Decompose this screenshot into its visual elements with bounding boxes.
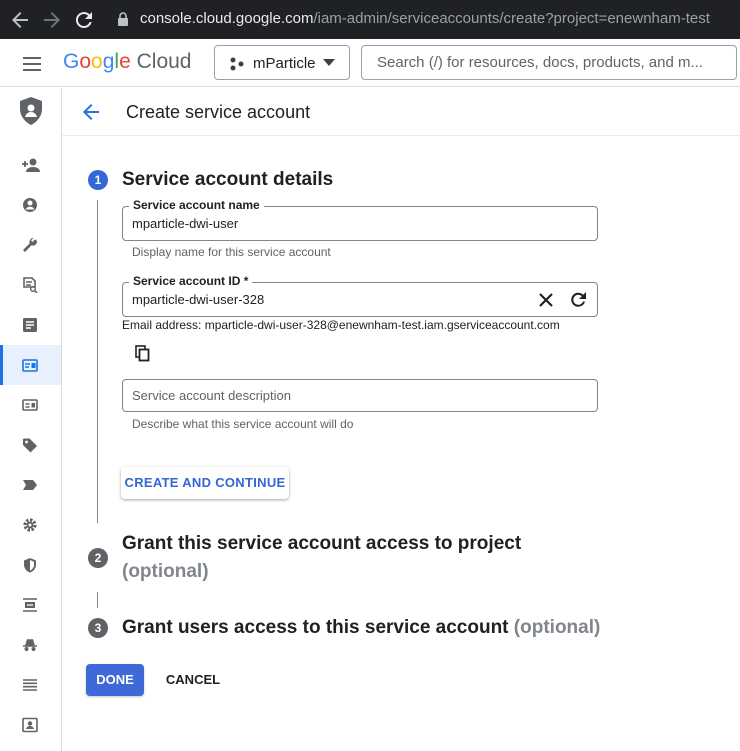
step-2-title: Grant this service account access to pro… <box>122 533 522 554</box>
back-arrow-icon[interactable] <box>79 100 103 124</box>
label-icon <box>23 480 37 490</box>
rail-item-tags[interactable] <box>0 465 61 505</box>
service-account-name-field[interactable]: Service account name <box>122 198 598 241</box>
rail-item-asset-inventory[interactable] <box>0 665 61 705</box>
back-icon[interactable] <box>8 8 32 32</box>
search-box[interactable] <box>361 45 737 80</box>
rail-item-audit-logs[interactable] <box>0 585 61 625</box>
regenerate-icon[interactable] <box>567 289 589 311</box>
rail-item-workload-identity[interactable] <box>0 385 61 425</box>
lock-icon <box>118 12 128 26</box>
step-3-optional: (optional) <box>513 617 601 638</box>
rail-item-settings[interactable] <box>0 505 61 545</box>
service-account-id-field[interactable]: Service account ID * <box>122 274 598 317</box>
copy-icon[interactable] <box>132 343 154 365</box>
service-account-description-hint: Describe what this service account will … <box>132 417 354 431</box>
email-address-text: Email address: mparticle-dwi-user-328@en… <box>122 318 560 332</box>
person-add-icon <box>22 158 40 172</box>
tag-icon <box>23 438 37 453</box>
forward-icon[interactable] <box>40 8 64 32</box>
left-rail <box>0 88 62 751</box>
project-icon <box>230 57 244 71</box>
rail-item-groups[interactable] <box>0 705 61 745</box>
rail-item-privacy-security[interactable] <box>0 545 61 585</box>
create-and-continue-button[interactable]: CREATE AND CONTINUE <box>121 467 289 499</box>
shield-icon <box>24 558 36 573</box>
dropdown-arrow-icon <box>323 59 335 66</box>
rail-item-labels[interactable] <box>0 425 61 465</box>
rail-item-policy-analyzer[interactable] <box>0 265 61 305</box>
account-circle-icon <box>23 198 37 212</box>
rail-item-service-accounts[interactable] <box>0 345 61 385</box>
document-icon <box>23 318 37 332</box>
step-connector <box>97 200 98 523</box>
id-card-icon <box>22 399 38 411</box>
settings-gear-icon <box>23 518 37 532</box>
console-header: Google Cloud mParticle <box>0 39 740 87</box>
done-button[interactable]: DONE <box>86 664 144 696</box>
step-1-number: 1 <box>88 170 108 190</box>
rail-item-org-policies[interactable] <box>0 305 61 345</box>
service-accounts-icon <box>22 359 38 372</box>
iam-shield-icon <box>20 97 42 125</box>
cancel-button[interactable]: CANCEL <box>160 664 226 696</box>
page-title-bar: Create service account <box>62 88 740 136</box>
service-account-name-input[interactable] <box>132 207 592 240</box>
wrench-icon <box>23 237 38 252</box>
google-cloud-logo[interactable]: Google Cloud <box>63 50 191 74</box>
browser-bar: console.cloud.google.com/iam-admin/servi… <box>0 0 740 39</box>
rail-item-troubleshooter[interactable] <box>0 225 61 265</box>
rail-item-identity[interactable] <box>0 185 61 225</box>
audit-list-icon <box>23 598 37 612</box>
project-picker[interactable]: mParticle <box>214 45 350 80</box>
reload-icon[interactable] <box>72 8 96 32</box>
step-2-number: 2 <box>88 548 108 568</box>
service-account-description-field[interactable] <box>122 379 598 412</box>
project-name: mParticle <box>253 55 316 72</box>
step-3-number: 3 <box>88 618 108 638</box>
search-input[interactable] <box>377 46 717 79</box>
clear-icon[interactable] <box>535 289 557 311</box>
rail-item-essential-contacts[interactable] <box>0 625 61 665</box>
menu-icon[interactable] <box>20 52 44 76</box>
contact-card-icon <box>22 717 38 733</box>
step-3-title: Grant users access to this service accou… <box>122 617 601 638</box>
step-1-title: Service account details <box>122 169 334 190</box>
address-bar[interactable]: console.cloud.google.com/iam-admin/servi… <box>140 10 710 27</box>
incognito-icon <box>23 639 37 651</box>
service-account-description-input[interactable] <box>132 380 592 411</box>
service-account-name-hint: Display name for this service account <box>132 245 331 259</box>
rail-item-iam[interactable] <box>0 145 61 185</box>
step-2-optional: (optional) <box>122 561 209 582</box>
page-title: Create service account <box>126 102 311 122</box>
service-account-id-input[interactable] <box>132 283 532 316</box>
step-connector <box>97 592 98 608</box>
list-icon <box>23 679 37 691</box>
policy-doc-icon <box>23 277 38 293</box>
